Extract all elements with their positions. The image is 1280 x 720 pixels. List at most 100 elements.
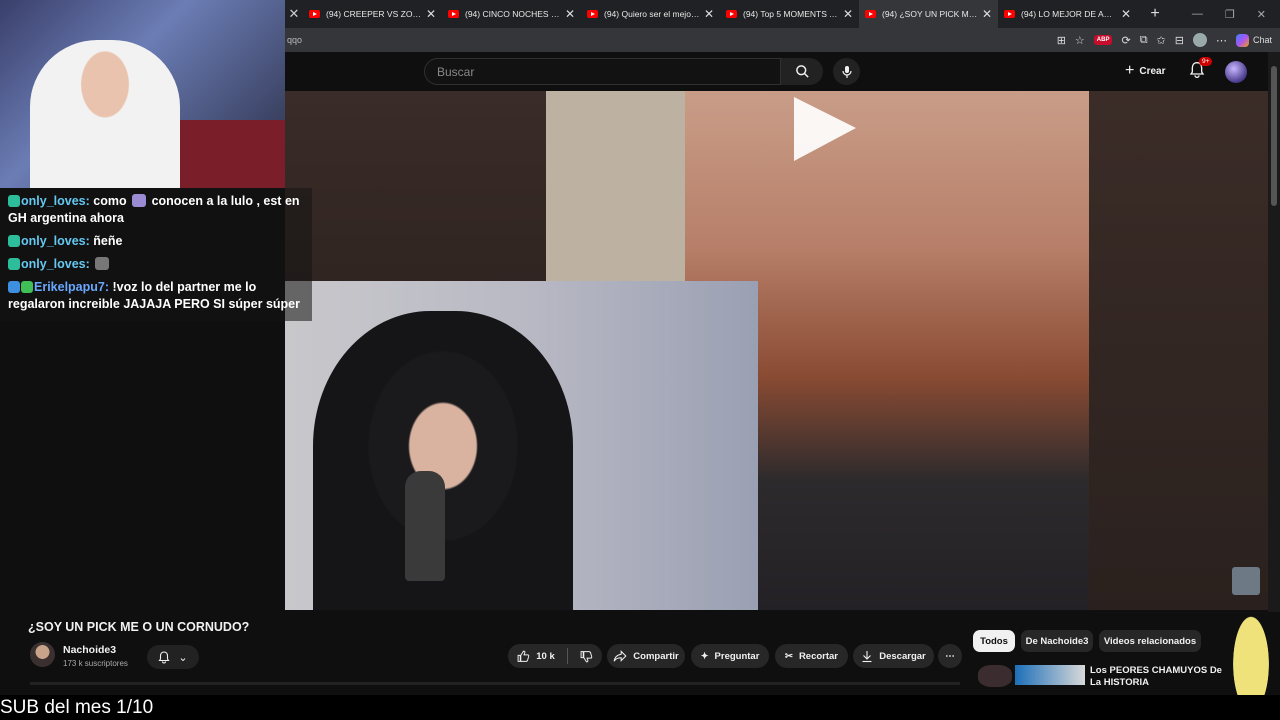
chat-badge-icon (21, 281, 33, 293)
scrollbar-thumb[interactable] (1271, 66, 1277, 206)
facecam (285, 281, 758, 610)
video-title: ¿SOY UN PICK ME O UN CORNUDO? (28, 620, 250, 634)
stream-chat: only_loves: como conocen a la lulo , est… (0, 188, 312, 321)
apps-icon[interactable]: ⊞ (1057, 34, 1066, 47)
toolbar-icons: ⊞ ☆ ABP ⟳ ⧉ ✩ ⊟ ⋯ Chat (1057, 33, 1280, 47)
close-icon[interactable]: ✕ (565, 7, 575, 21)
screen: ✕ (94) CREEPER VS ZOMBIE | Ei✕ (94) CINC… (0, 0, 1280, 720)
youtube-icon (865, 10, 876, 18)
chat-message: only_loves: (8, 256, 304, 273)
url-field[interactable]: qqo (285, 35, 1057, 45)
download-icon (862, 650, 872, 662)
subscriber-count: 173 k suscriptores (63, 659, 128, 668)
tab-3[interactable]: (94) Top 5 MOMENTS Argen✕ (720, 0, 859, 28)
video-background-right (1089, 91, 1280, 610)
video-player[interactable] (285, 91, 1280, 610)
recommendation-thumbnail[interactable] (1015, 665, 1085, 685)
recommendation-title[interactable]: Los PEORES CHAMUYOS De La HISTORIA (1090, 665, 1230, 689)
clip-button[interactable]: ✂ Recortar (775, 644, 848, 668)
address-bar: qqo ⊞ ☆ ABP ⟳ ⧉ ✩ ⊟ ⋯ Chat (285, 28, 1280, 52)
thumbs-down-icon[interactable] (580, 650, 593, 663)
cat-sticker-icon (1232, 567, 1260, 595)
notifications-button[interactable]: 9+ (1189, 57, 1213, 83)
close-icon[interactable]: ✕ (982, 7, 992, 21)
youtube-icon (587, 10, 598, 18)
scissors-icon: ✂ (784, 650, 793, 662)
create-button[interactable]: + Crear (1125, 62, 1165, 80)
chat-badge-icon (8, 235, 20, 247)
browser-tab-bar: ✕ (94) CREEPER VS ZOMBIE | Ei✕ (94) CINC… (285, 0, 1280, 28)
tab-4-active[interactable]: (94) ¿SOY UN PICK ME O UN✕ (859, 0, 998, 28)
chat-message: only_loves: como conocen a la lulo , est… (8, 194, 300, 225)
youtube-icon (1004, 10, 1015, 18)
close-icon[interactable]: ✕ (1121, 7, 1131, 21)
divider (566, 648, 568, 664)
chip-related[interactable]: Videos relacionados (1099, 630, 1201, 652)
search-button[interactable] (781, 58, 823, 85)
new-tab-button[interactable]: + (1143, 5, 1167, 23)
restore-icon[interactable]: ❐ (1225, 8, 1235, 21)
streamer-webcam (0, 0, 285, 188)
banana-cat-icon (1226, 598, 1276, 708)
copilot-chat-button[interactable]: Chat (1235, 33, 1272, 47)
emote-icon (95, 257, 110, 270)
like-button[interactable]: 10 k (517, 650, 555, 663)
youtube-icon (448, 10, 459, 18)
favorite-star-icon[interactable]: ☆ (1075, 34, 1085, 47)
webcam-streamer (30, 40, 180, 188)
tab-2[interactable]: (94) Quiero ser el mejor jungi✕ (581, 0, 720, 28)
copilot-icon (1235, 33, 1249, 47)
more-actions-button[interactable]: ⋯ (938, 644, 962, 668)
puzzle-icon[interactable]: ⧉ (1140, 34, 1148, 47)
recommendation-avatar (978, 665, 1012, 687)
sub-of-month-text: SUB del mes 1/10 (0, 697, 154, 718)
close-icon[interactable]: ✕ (426, 7, 436, 21)
ask-button[interactable]: ✦ Preguntar (691, 644, 769, 668)
chat-badge-icon (8, 281, 20, 293)
collections-icon[interactable]: ⊟ (1175, 34, 1184, 47)
like-dislike-group: 10 k (508, 644, 602, 668)
microphone-icon (841, 65, 852, 78)
channel-avatar[interactable] (30, 642, 55, 667)
extensions-icon[interactable]: ⟳ (1121, 34, 1130, 47)
adblock-icon[interactable]: ABP (1093, 35, 1113, 45)
more-icon: ⋯ (945, 650, 955, 662)
download-button[interactable]: Descargar (853, 644, 934, 668)
plus-icon: + (1125, 62, 1135, 79)
channel-name[interactable]: Nachoide3 (63, 644, 116, 656)
favorites-icon[interactable]: ✩ (1157, 34, 1166, 47)
play-icon[interactable] (790, 91, 860, 166)
tab-5[interactable]: (94) LO MEJOR DE ARGENTI✕ (998, 0, 1137, 28)
sparkle-icon: ✦ (700, 650, 709, 662)
chat-badge-icon (8, 195, 20, 207)
tab-0[interactable]: (94) CREEPER VS ZOMBIE | Ei✕ (303, 0, 442, 28)
close-window-icon[interactable]: ✕ (1257, 8, 1266, 21)
close-icon[interactable]: ✕ (704, 7, 714, 21)
bell-icon (158, 650, 170, 663)
profile-avatar[interactable] (1192, 33, 1207, 47)
tab-1[interactable]: (94) CINCO NOCHES CON EI✕ (442, 0, 581, 28)
chip-channel[interactable]: De Nachoide3 (1021, 630, 1093, 652)
more-icon[interactable]: ⋯ (1216, 34, 1227, 47)
chevron-down-icon: ⌄ (178, 651, 188, 664)
thumbs-up-icon (517, 650, 530, 662)
account-avatar[interactable] (1225, 61, 1247, 83)
scrollbar[interactable] (1268, 52, 1280, 612)
notification-badge: 9+ (1199, 57, 1213, 66)
chip-todos[interactable]: Todos (973, 630, 1015, 652)
subscription-bell-button[interactable]: ⌄ (147, 645, 199, 669)
chat-message: Erikelpapu7: !voz lo del partner me lo r… (8, 280, 300, 311)
close-icon[interactable]: ✕ (285, 6, 303, 22)
facecam-microphone (405, 471, 445, 581)
search-icon (795, 65, 809, 78)
youtube-header: Buscar + Crear 9+ (285, 52, 1280, 91)
search-input[interactable]: Buscar (424, 58, 781, 85)
chat-badge-icon (8, 258, 20, 270)
share-icon (613, 650, 627, 662)
emote-icon (132, 194, 147, 207)
voice-search-button[interactable] (833, 58, 860, 85)
close-icon[interactable]: ✕ (843, 7, 853, 21)
share-button[interactable]: Compartir (607, 644, 685, 668)
minimize-icon[interactable]: — (1192, 8, 1203, 21)
webcam-room (180, 120, 285, 188)
